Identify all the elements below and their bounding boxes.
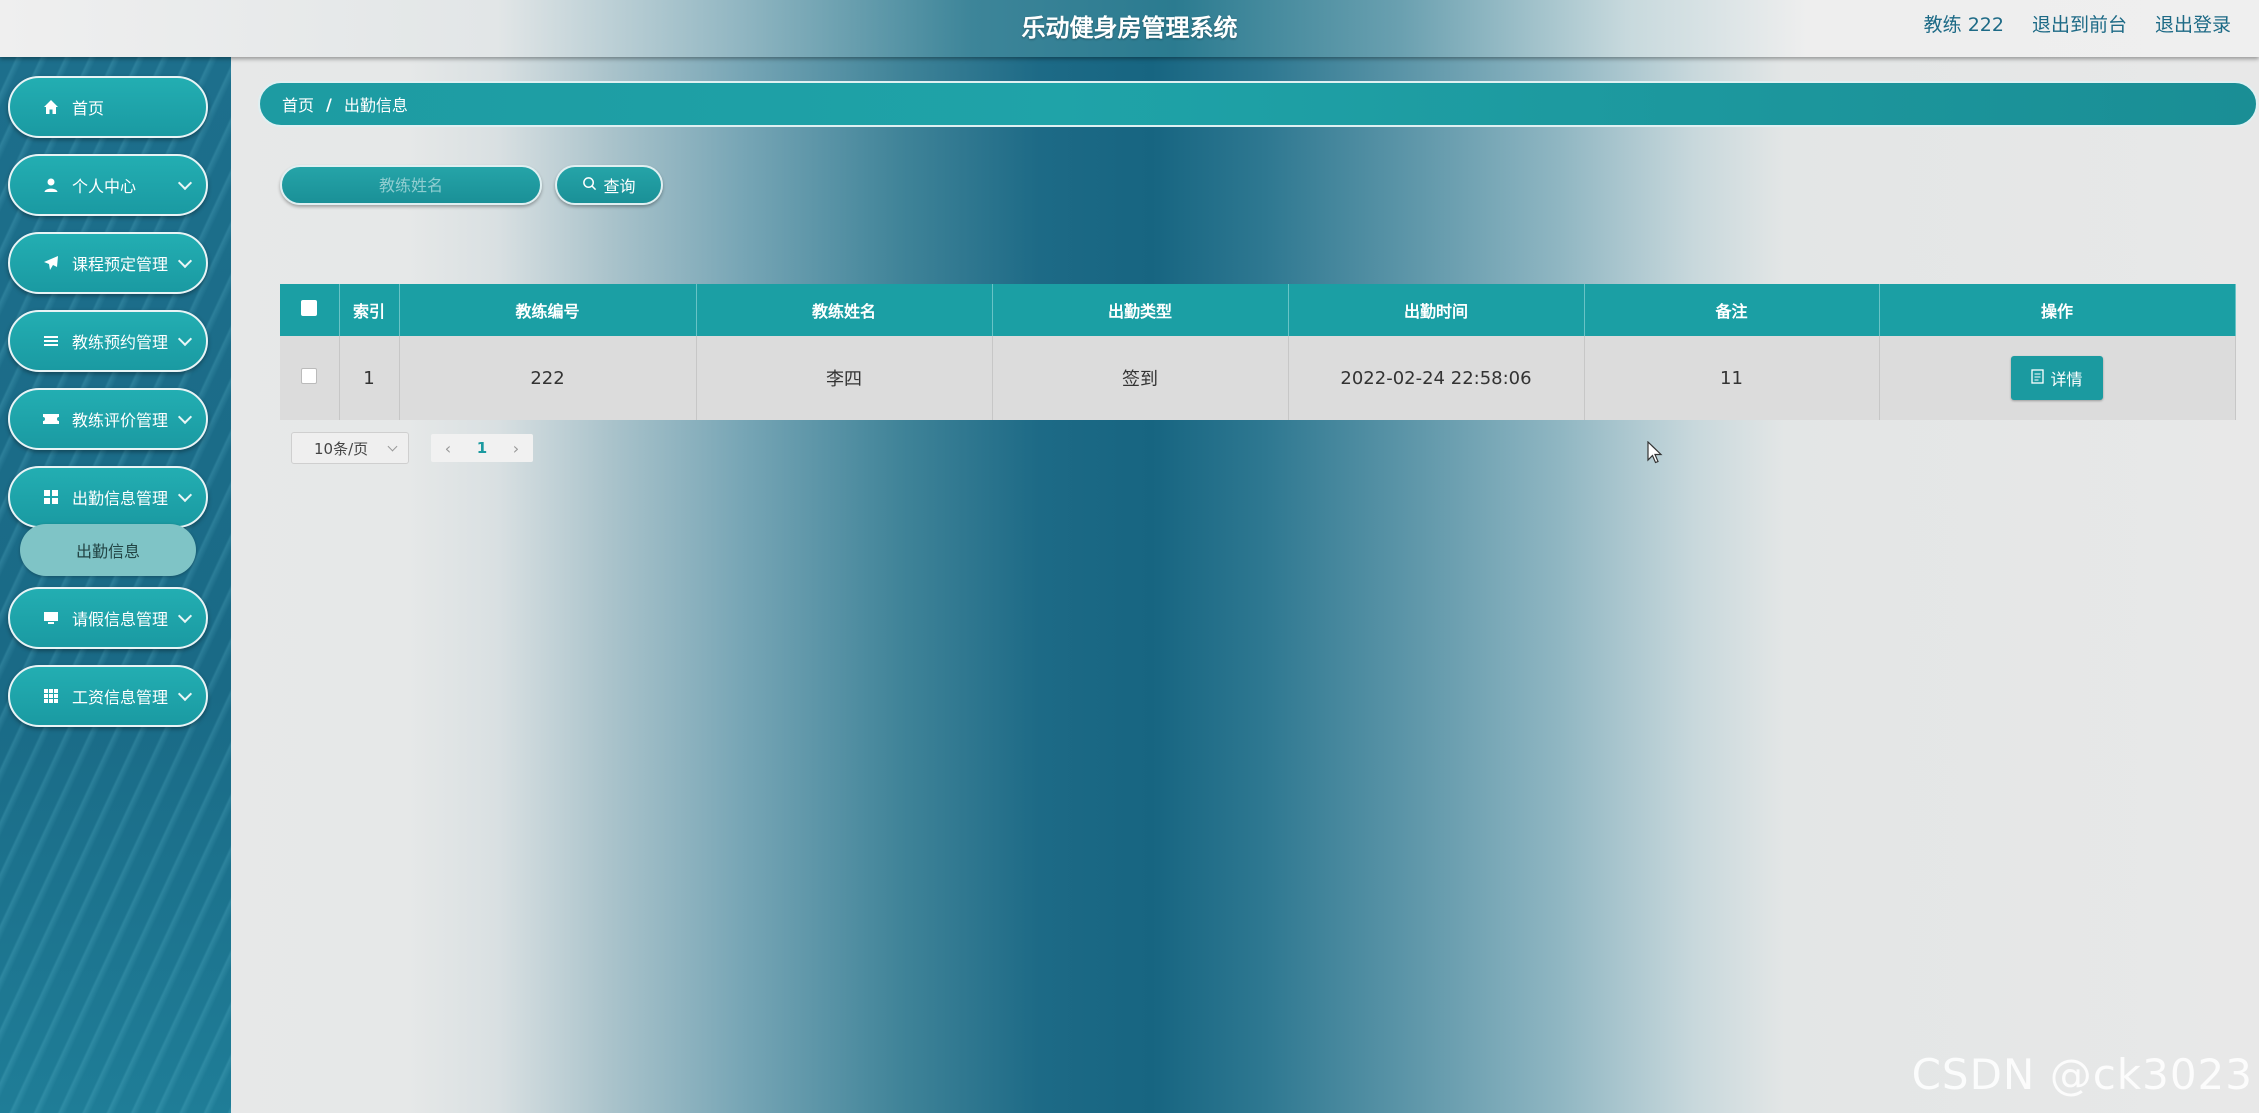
prev-page-button[interactable]: ‹ [431, 439, 465, 458]
home-icon [42, 98, 60, 116]
detail-button-label: 详情 [2050, 370, 2083, 389]
sidebar-item-coach-booking[interactable]: 教练预约管理 [8, 310, 208, 372]
user-label: 教练 222 [1923, 14, 2004, 36]
logout-link[interactable]: 退出登录 [2155, 10, 2231, 37]
sidebar-item-salary[interactable]: 工资信息管理 [8, 665, 208, 727]
monitor-icon [42, 609, 60, 627]
chevron-down-icon [177, 608, 193, 624]
column-header-attendance-type: 出勤类型 [992, 284, 1289, 336]
table-row: 1 222 李四 签到 2022-02-24 22:58:06 11 详情 [280, 336, 2236, 420]
sidebar: 首页 个人中心 课程预定管理 教练预约管理 教练评价管理 出勤信息管理 出勤信息… [0, 57, 231, 1113]
chevron-down-icon [177, 686, 193, 702]
column-header-attendance-time: 出勤时间 [1288, 284, 1585, 336]
page-size-select[interactable]: 10条/页 [291, 432, 409, 464]
chevron-down-icon [177, 175, 193, 191]
breadcrumb-current: 出勤信息 [343, 96, 408, 115]
cell-index: 1 [339, 336, 400, 420]
exit-to-front-link[interactable]: 退出到前台 [2032, 10, 2127, 37]
column-header-index: 索引 [339, 284, 400, 336]
page-number-current[interactable]: 1 [465, 439, 499, 457]
sidebar-item-label: 出勤信息管理 [72, 489, 169, 508]
sidebar-item-label: 个人中心 [72, 177, 137, 196]
send-icon [42, 254, 60, 272]
ticket-icon [42, 410, 60, 428]
mouse-cursor-icon [1647, 440, 1663, 469]
chevron-down-icon [177, 409, 193, 425]
sidebar-item-label: 请假信息管理 [72, 610, 169, 629]
grid-icon [42, 488, 60, 506]
search-icon [582, 176, 597, 195]
user-icon [42, 176, 60, 194]
breadcrumb-separator: / [326, 94, 332, 114]
page-size-value: 10条/页 [314, 439, 369, 458]
sidebar-item-label: 工资信息管理 [72, 688, 169, 707]
sidebar-item-course-booking[interactable]: 课程预定管理 [8, 232, 208, 294]
watermark: CSDN @ck3023 [1911, 1050, 2253, 1099]
table-header-row: 索引 教练编号 教练姓名 出勤类型 出勤时间 备注 操作 [280, 284, 2236, 336]
coach-name-search-input[interactable] [280, 165, 542, 205]
cell-remark: 11 [1584, 336, 1880, 420]
row-checkbox[interactable] [301, 367, 318, 384]
page-navigation: ‹ 1 › [431, 434, 533, 462]
column-header-actions: 操作 [1879, 284, 2236, 336]
app-title: 乐动健身房管理系统 [1021, 14, 1238, 42]
attendance-table: 索引 教练编号 教练姓名 出勤类型 出勤时间 备注 操作 1 222 李四 签到… [280, 284, 2236, 420]
detail-button[interactable]: 详情 [2011, 356, 2103, 400]
breadcrumb-home[interactable]: 首页 [282, 92, 314, 116]
row-select-cell [280, 336, 340, 420]
header-actions: 教练 222 退出到前台 退出登录 [1924, 10, 2231, 37]
chevron-down-icon [177, 487, 193, 503]
chevron-down-icon [177, 331, 193, 347]
chevron-down-icon [387, 441, 398, 452]
chevron-down-icon [177, 253, 193, 269]
column-header-remark: 备注 [1584, 284, 1880, 336]
sidebar-item-label: 首页 [72, 99, 105, 118]
select-all-checkbox[interactable] [301, 300, 318, 316]
sidebar-item-home[interactable]: 首页 [8, 76, 208, 138]
apps-icon [42, 687, 60, 705]
column-header-coach-id: 教练编号 [399, 284, 697, 336]
cell-actions: 详情 [1879, 336, 2236, 420]
cell-attendance-time: 2022-02-24 22:58:06 [1288, 336, 1585, 420]
breadcrumb: 首页 / 出勤信息 [258, 81, 2258, 127]
sidebar-item-personal-center[interactable]: 个人中心 [8, 154, 208, 216]
list-icon [42, 332, 60, 350]
column-header-coach-name: 教练姓名 [696, 284, 993, 336]
cell-attendance-type: 签到 [992, 336, 1289, 420]
sidebar-item-label: 课程预定管理 [72, 255, 169, 274]
sidebar-item-leave[interactable]: 请假信息管理 [8, 587, 208, 649]
search-button[interactable]: 查询 [555, 165, 663, 205]
search-button-label: 查询 [603, 177, 636, 196]
document-icon [2031, 368, 2045, 388]
sidebar-item-attendance[interactable]: 出勤信息管理 [8, 466, 208, 528]
sidebar-item-label: 教练评价管理 [72, 411, 169, 430]
cell-coach-id: 222 [399, 336, 697, 420]
sidebar-item-label: 教练预约管理 [72, 333, 169, 352]
sidebar-subitem-attendance-info[interactable]: 出勤信息 [20, 524, 196, 576]
cell-coach-name: 李四 [696, 336, 993, 420]
pagination: 10条/页 ‹ 1 › [291, 432, 533, 464]
select-all-cell [280, 284, 340, 336]
next-page-button[interactable]: › [499, 439, 533, 458]
sidebar-item-coach-review[interactable]: 教练评价管理 [8, 388, 208, 450]
top-bar: 乐动健身房管理系统 教练 222 退出到前台 退出登录 [0, 0, 2259, 57]
